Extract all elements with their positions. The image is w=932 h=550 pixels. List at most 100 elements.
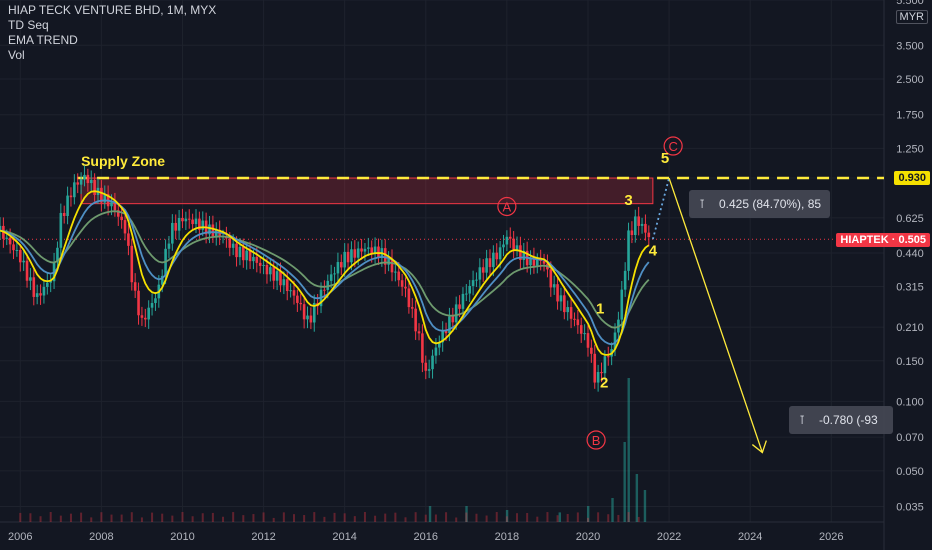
candle-body bbox=[485, 258, 488, 273]
currency-label[interactable]: MYR bbox=[895, 10, 928, 24]
candle-body bbox=[498, 247, 502, 260]
candle-body bbox=[350, 249, 353, 263]
x-tick-label: 2008 bbox=[89, 531, 113, 543]
x-tick-label: 2022 bbox=[657, 531, 681, 543]
candle-body bbox=[62, 212, 66, 217]
candle-body bbox=[137, 290, 140, 316]
candle-body bbox=[448, 316, 451, 334]
candle-body bbox=[228, 238, 232, 248]
candle-body bbox=[187, 218, 191, 220]
indicator-td-seq[interactable]: TD Seq bbox=[8, 18, 216, 33]
candle-body bbox=[590, 347, 593, 354]
candle-body bbox=[508, 236, 512, 239]
wave-1-label: 1 bbox=[596, 301, 604, 318]
y-tick-label: 0.150 bbox=[896, 356, 924, 368]
volume-bar bbox=[90, 517, 93, 522]
candle-body bbox=[181, 217, 184, 222]
candle-body bbox=[35, 293, 39, 297]
volume-bar bbox=[637, 516, 640, 522]
candle-body bbox=[356, 248, 360, 258]
candle-body bbox=[194, 218, 198, 225]
volume-bar bbox=[191, 516, 194, 522]
y-tick-label: 1.250 bbox=[896, 143, 924, 155]
candle-body bbox=[201, 220, 205, 230]
candle-body bbox=[275, 271, 279, 281]
candle-body bbox=[59, 212, 63, 248]
candle-body bbox=[644, 223, 647, 233]
candle-body bbox=[400, 280, 404, 287]
measure-box-down[interactable]: ⊺ -0.780 (-93 bbox=[789, 406, 893, 434]
candle-body bbox=[471, 280, 475, 287]
candle-body bbox=[637, 216, 640, 226]
y-tick-label: 0.315 bbox=[896, 281, 924, 293]
volume-bar bbox=[414, 512, 417, 522]
volume-bar bbox=[292, 514, 295, 522]
y-tick-label: 0.100 bbox=[896, 396, 924, 408]
candle-body bbox=[515, 245, 519, 250]
volume-bar bbox=[201, 513, 204, 522]
indicator-volume[interactable]: Vol bbox=[8, 48, 216, 63]
candle-body bbox=[191, 219, 194, 225]
candle-body bbox=[130, 245, 134, 283]
candle-body bbox=[475, 279, 478, 281]
candle-body bbox=[285, 279, 289, 292]
candle-body bbox=[566, 307, 570, 313]
measure-box-up[interactable]: ⊺ 0.425 (84.70%), 85 bbox=[689, 190, 830, 218]
wave-2-label: 2 bbox=[600, 374, 608, 391]
candle-body bbox=[12, 244, 15, 251]
volume-bar bbox=[505, 516, 508, 522]
measure-down-text: -0.780 (-93 bbox=[819, 413, 878, 427]
candle-body bbox=[343, 251, 346, 268]
y-tick-label: 1.750 bbox=[896, 110, 924, 122]
volume-bar bbox=[100, 512, 103, 522]
candle-body bbox=[478, 267, 482, 280]
candle-body bbox=[133, 282, 137, 291]
candle-body bbox=[8, 237, 12, 245]
candle-body bbox=[69, 195, 73, 198]
x-tick-label: 2024 bbox=[738, 531, 762, 543]
volume-bar bbox=[611, 498, 614, 522]
candle-body bbox=[76, 182, 80, 185]
candle-body bbox=[66, 195, 69, 217]
volume-bar bbox=[617, 514, 620, 522]
candle-body bbox=[25, 260, 29, 281]
volume-bar bbox=[211, 512, 214, 522]
candle-body bbox=[481, 267, 485, 273]
candle-body bbox=[542, 260, 546, 264]
candle-body bbox=[120, 216, 123, 221]
volume-bar bbox=[29, 513, 32, 522]
candle-body bbox=[495, 252, 499, 260]
candle-body bbox=[127, 233, 130, 246]
x-tick-label: 2020 bbox=[576, 531, 600, 543]
candle-body bbox=[336, 262, 340, 274]
wave-3-label: 3 bbox=[624, 192, 632, 209]
volume-bar bbox=[303, 515, 306, 522]
volume-bar bbox=[323, 516, 326, 522]
candle-body bbox=[353, 249, 357, 258]
volume-bar bbox=[272, 517, 275, 522]
chart-canvas[interactable]: 0.035 0.050 0.070 0.100 0.150 0.210 0.315 0.440… bbox=[0, 0, 932, 550]
candle-body bbox=[410, 307, 414, 309]
volume-bar bbox=[475, 513, 478, 522]
projection-down-line bbox=[668, 177, 763, 453]
volume-bar bbox=[181, 512, 184, 522]
candle-body bbox=[627, 230, 630, 271]
volume-bar bbox=[556, 515, 559, 522]
candle-body bbox=[147, 307, 150, 320]
candle-body bbox=[492, 252, 495, 268]
volume-bar bbox=[262, 512, 265, 522]
volume-bar bbox=[151, 512, 154, 522]
candle-body bbox=[360, 248, 363, 252]
candle-body bbox=[454, 304, 458, 323]
candle-body bbox=[245, 250, 248, 261]
candle-body bbox=[299, 302, 303, 305]
candle-body bbox=[363, 248, 367, 252]
volume-bar bbox=[526, 512, 529, 522]
symbol-title[interactable]: HIAP TECK VENTURE BHD, 1M, MYX bbox=[8, 3, 216, 18]
volume-bar bbox=[546, 512, 549, 522]
indicator-ema-trend[interactable]: EMA TREND bbox=[8, 33, 216, 48]
candle-body bbox=[404, 286, 407, 289]
supply-zone-rect bbox=[80, 177, 654, 205]
volume-bar bbox=[635, 474, 639, 522]
volume-bar bbox=[232, 512, 235, 522]
